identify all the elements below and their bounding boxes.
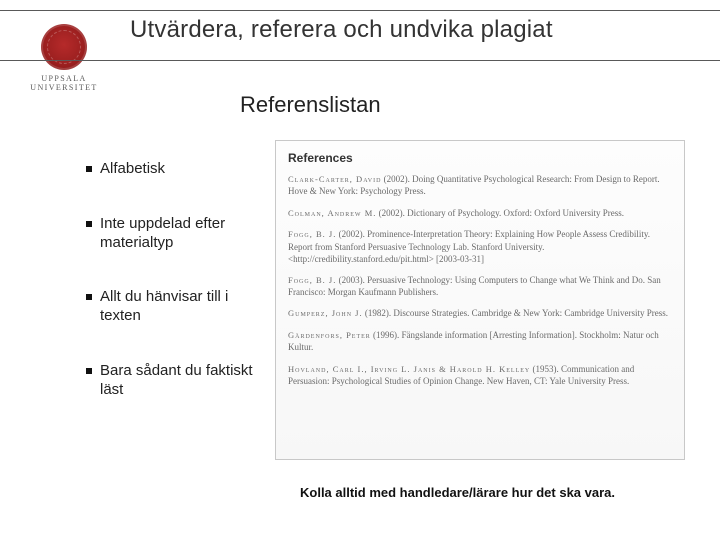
reference-author: Fogg, B. J.	[288, 229, 336, 239]
reference-rest: (2002). Dictionary of Psychology. Oxford…	[376, 208, 624, 218]
university-name-line2: UNIVERSITET	[26, 83, 102, 92]
reference-entry: Clark-Carter, David (2002). Doing Quanti…	[288, 173, 672, 198]
bullet-list: Alfabetisk Inte uppdelad efter materialt…	[86, 160, 256, 435]
slide: UPPSALA UNIVERSITET Utvärdera, referera …	[0, 0, 720, 540]
bullet-text: Allt du hänvisar till i texten	[100, 288, 228, 324]
references-panel: References Clark-Carter, David (2002). D…	[275, 140, 685, 460]
reference-entry: Gumperz, John J. (1982). Discourse Strat…	[288, 307, 672, 319]
reference-author: Gärdenfors, Peter	[288, 330, 371, 340]
bullet-item: Alfabetisk	[86, 160, 256, 179]
reference-entry: Fogg, B. J. (2003). Persuasive Technolog…	[288, 274, 672, 299]
reference-author: Hovland, Carl I., Irving L. Janis & Haro…	[288, 364, 530, 374]
university-logo: UPPSALA UNIVERSITET	[26, 24, 102, 92]
divider-under-title	[0, 60, 720, 61]
bullet-text: Alfabetisk	[100, 160, 165, 177]
divider-top	[0, 10, 720, 11]
footer-note: Kolla alltid med handledare/lärare hur d…	[300, 485, 615, 500]
reference-entry: Colman, Andrew M. (2002). Dictionary of …	[288, 207, 672, 219]
reference-rest: (2002). Prominence-Interpretation Theory…	[288, 229, 650, 264]
reference-entry: Gärdenfors, Peter (1996). Fängslande inf…	[288, 329, 672, 354]
bullet-item: Inte uppdelad efter materialtyp	[86, 215, 256, 253]
university-name-line1: UPPSALA	[26, 74, 102, 83]
bullet-item: Bara sådant du faktiskt läst	[86, 362, 256, 400]
reference-author: Fogg, B. J.	[288, 275, 336, 285]
reference-rest: (2003). Persuasive Technology: Using Com…	[288, 275, 661, 297]
uppsala-seal-icon	[41, 24, 87, 70]
reference-entry: Fogg, B. J. (2002). Prominence-Interpret…	[288, 228, 672, 265]
reference-author: Colman, Andrew M.	[288, 208, 376, 218]
bullet-item: Allt du hänvisar till i texten	[86, 288, 256, 326]
page-title: Utvärdera, referera och undvika plagiat	[130, 16, 553, 44]
reference-author: Clark-Carter, David	[288, 174, 381, 184]
bullet-text: Bara sådant du faktiskt läst	[100, 362, 253, 398]
references-heading: References	[288, 151, 672, 165]
reference-rest: (1982). Discourse Strategies. Cambridge …	[363, 308, 668, 318]
reference-entry: Hovland, Carl I., Irving L. Janis & Haro…	[288, 363, 672, 388]
sub-heading: Referenslistan	[240, 92, 381, 118]
reference-author: Gumperz, John J.	[288, 308, 363, 318]
bullet-text: Inte uppdelad efter materialtyp	[100, 215, 225, 251]
